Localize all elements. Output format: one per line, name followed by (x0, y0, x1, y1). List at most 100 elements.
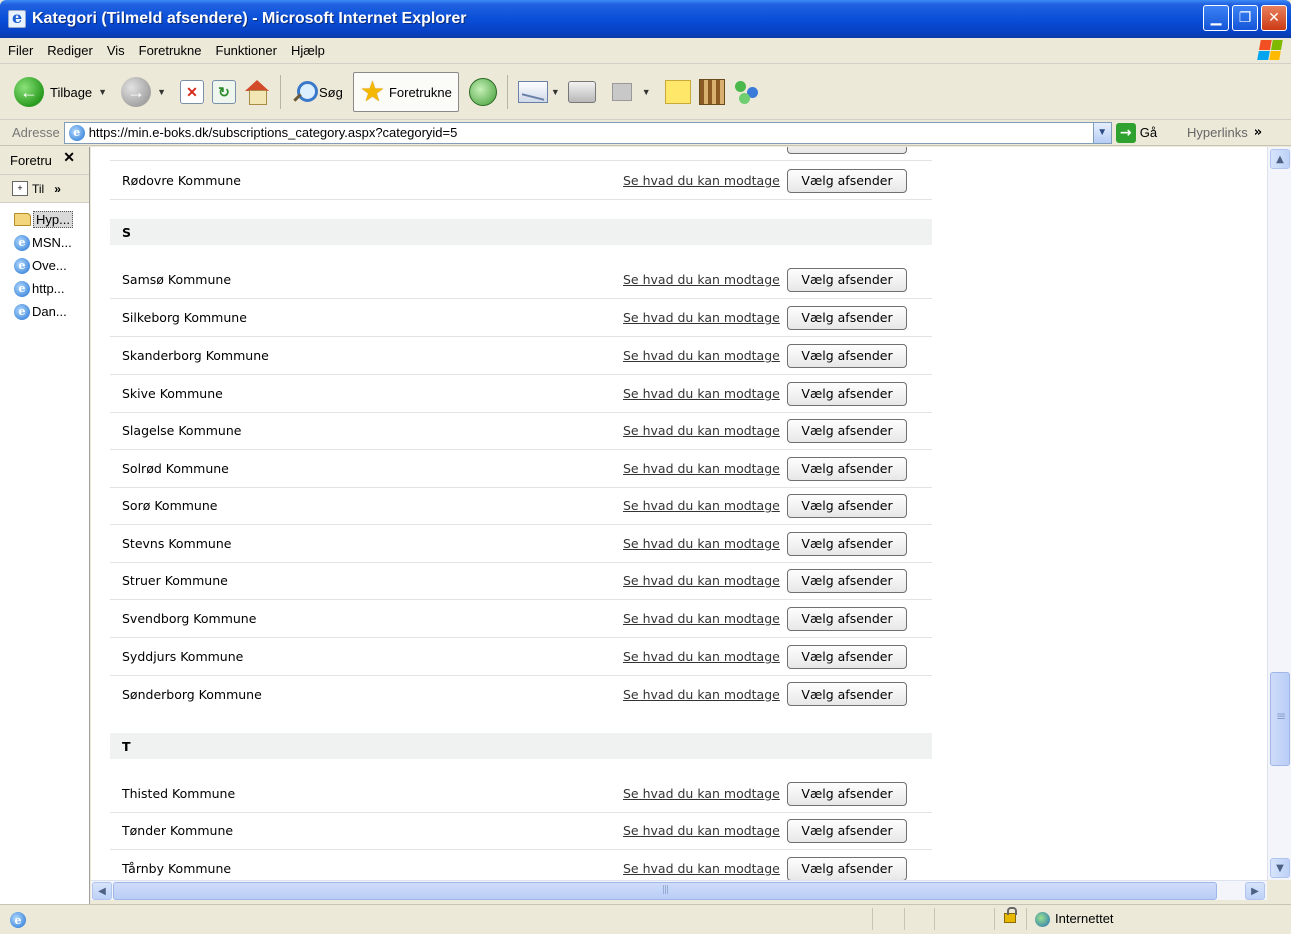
title-bar[interactable]: Kategori (Tilmeld afsendere) - Microsoft… (0, 0, 1291, 38)
stop-icon: ✕ (180, 80, 204, 104)
choose-sender-button[interactable]: Vælg afsender (787, 644, 907, 669)
menu-rediger[interactable]: Rediger (47, 43, 93, 58)
close-button[interactable]: ✕ (1261, 5, 1287, 31)
refresh-button[interactable]: ↻ (208, 72, 240, 112)
messenger-button[interactable] (729, 72, 765, 112)
scroll-left-icon[interactable]: ◀ (92, 882, 112, 900)
choose-sender-button[interactable]: Vælg afsender (787, 418, 907, 443)
messenger-icon (733, 79, 761, 105)
see-what-you-can-receive-link[interactable]: Se hvad du kan modtage (623, 310, 787, 325)
choose-sender-button[interactable]: Vælg afsender (787, 781, 907, 806)
scroll-right-icon[interactable]: ▶ (1245, 882, 1265, 900)
add-favorite-button[interactable]: + Til » (0, 175, 89, 203)
see-what-you-can-receive-link[interactable]: Se hvad du kan modtage (623, 649, 787, 664)
see-what-you-can-receive-link[interactable]: Se hvad du kan modtage (623, 348, 787, 363)
menu-vis[interactable]: Vis (107, 43, 125, 58)
history-button[interactable] (465, 72, 501, 112)
see-what-you-can-receive-link[interactable]: Se hvad du kan modtage (623, 687, 787, 702)
see-what-you-can-receive-link[interactable]: Se hvad du kan modtage (623, 823, 787, 838)
ie-window-icon[interactable] (8, 8, 26, 28)
menu-hjaelp[interactable]: Hjælp (291, 43, 325, 58)
lock-icon[interactable] (1004, 907, 1017, 923)
favorites-link-item[interactable]: e http... (0, 277, 89, 300)
address-input[interactable]: e https://min.e-boks.dk/subscriptions_ca… (63, 121, 1112, 144)
choose-sender-button[interactable]: Vælg afsender (787, 381, 907, 406)
choose-sender-button[interactable]: Vælg afsender (787, 856, 907, 880)
chevron-right-icon[interactable]: » (54, 182, 61, 196)
menu-filer[interactable]: Filer (8, 43, 33, 58)
edit-button[interactable]: ▼ (608, 72, 655, 112)
menu-funktioner[interactable]: Funktioner (216, 43, 277, 58)
search-button[interactable]: Søg (287, 72, 347, 112)
choose-sender-button[interactable]: Vælg afsender (787, 267, 907, 292)
scroll-up-icon[interactable]: ▲ (1270, 149, 1290, 169)
see-what-you-can-receive-link[interactable]: Se hvad du kan modtage (623, 461, 787, 476)
vertical-scroll-thumb[interactable] (1270, 672, 1290, 766)
forward-dropdown-icon[interactable]: ▼ (157, 87, 166, 97)
choose-sender-button[interactable]: Vælg afsender (787, 493, 907, 518)
horizontal-scroll-thumb[interactable] (113, 882, 1217, 900)
choose-sender-button[interactable]: Vælg afsender (787, 818, 907, 843)
close-icon[interactable]: ✕ (63, 149, 75, 166)
see-what-you-can-receive-link[interactable]: Se hvad du kan modtage (623, 611, 787, 626)
address-dropdown-icon[interactable]: ▼ (1092, 122, 1111, 143)
favorites-link-item[interactable]: e Ove... (0, 254, 89, 277)
choose-sender-button[interactable]: Vælg afsender (787, 456, 907, 481)
see-what-you-can-receive-link[interactable]: Se hvad du kan modtage (623, 386, 787, 401)
see-what-you-can-receive-link[interactable]: Se hvad du kan modtage (623, 173, 787, 188)
see-what-you-can-receive-link[interactable]: Se hvad du kan modtage (623, 573, 787, 588)
choose-sender-button[interactable]: Vælg afsender (787, 168, 907, 193)
search-label: Søg (319, 84, 343, 100)
address-url[interactable]: https://min.e-boks.dk/subscriptions_cate… (89, 125, 458, 140)
forward-button[interactable]: → ▼ (117, 72, 170, 112)
edit-icon (611, 83, 632, 101)
see-what-you-can-receive-link[interactable]: Se hvad du kan modtage (623, 498, 787, 513)
see-what-you-can-receive-link[interactable]: Se hvad du kan modtage (623, 786, 787, 801)
links-toolbar[interactable]: Hyperlinks (1187, 125, 1248, 140)
back-dropdown-icon[interactable]: ▼ (98, 87, 107, 97)
choose-sender-button[interactable]: Vælg afsender (787, 531, 907, 556)
sender-row: Sønderborg Kommune Se hvad du kan modtage… (110, 675, 932, 713)
address-label: Adresse (12, 125, 60, 140)
favorites-link-item[interactable]: e Dan... (0, 300, 89, 323)
choose-sender-button[interactable]: Vælg afsender (787, 606, 907, 631)
favorites-link-item[interactable]: e MSN... (0, 231, 89, 254)
printer-icon (567, 81, 596, 103)
home-button[interactable] (240, 72, 274, 112)
sender-name: Syddjurs Kommune (122, 649, 244, 664)
choose-sender-button[interactable]: Vælg afsender (787, 305, 907, 330)
see-what-you-can-receive-link[interactable]: Se hvad du kan modtage (623, 423, 787, 438)
restore-button[interactable]: ❐ (1232, 5, 1258, 31)
choose-sender-button-partial[interactable] (787, 147, 907, 154)
mail-dropdown-icon[interactable]: ▼ (551, 87, 560, 97)
discuss-button[interactable] (661, 72, 695, 112)
status-panel (872, 908, 873, 930)
choose-sender-button[interactable]: Vælg afsender (787, 343, 907, 368)
see-what-you-can-receive-link[interactable]: Se hvad du kan modtage (623, 536, 787, 551)
vertical-scrollbar[interactable]: ▲ ▼ (1267, 147, 1291, 880)
research-button[interactable] (695, 72, 729, 112)
go-button[interactable]: Gå (1140, 125, 1157, 140)
see-what-you-can-receive-link[interactable]: Se hvad du kan modtage (623, 272, 787, 287)
see-what-you-can-receive-link[interactable]: Se hvad du kan modtage (623, 861, 787, 876)
horizontal-scrollbar[interactable]: ◀ ▶ (91, 880, 1267, 900)
print-button[interactable] (564, 72, 600, 112)
chevron-right-icon[interactable]: » (1254, 125, 1262, 140)
favorites-button[interactable]: ★ Foretrukne (352, 72, 459, 112)
favorites-item-label: Ove... (32, 258, 67, 273)
mail-button[interactable]: ▼ (514, 72, 564, 112)
go-arrow-icon[interactable]: → (1115, 122, 1136, 143)
scroll-down-icon[interactable]: ▼ (1270, 858, 1290, 878)
edit-dropdown-icon[interactable]: ▼ (642, 87, 651, 97)
sender-name: Svendborg Kommune (122, 611, 257, 626)
stop-button[interactable]: ✕ (176, 72, 208, 112)
minimize-button[interactable]: ▁ (1203, 5, 1229, 31)
security-zone-label: Internettet (1055, 911, 1114, 926)
favorites-folder-item[interactable]: Hyp... (0, 208, 89, 231)
sender-name: Thisted Kommune (122, 786, 236, 801)
choose-sender-button[interactable]: Vælg afsender (787, 682, 907, 706)
search-icon (291, 80, 318, 104)
back-button[interactable]: ← Tilbage ▼ (10, 72, 111, 112)
menu-foretrukne[interactable]: Foretrukne (139, 43, 202, 58)
choose-sender-button[interactable]: Vælg afsender (787, 568, 907, 593)
